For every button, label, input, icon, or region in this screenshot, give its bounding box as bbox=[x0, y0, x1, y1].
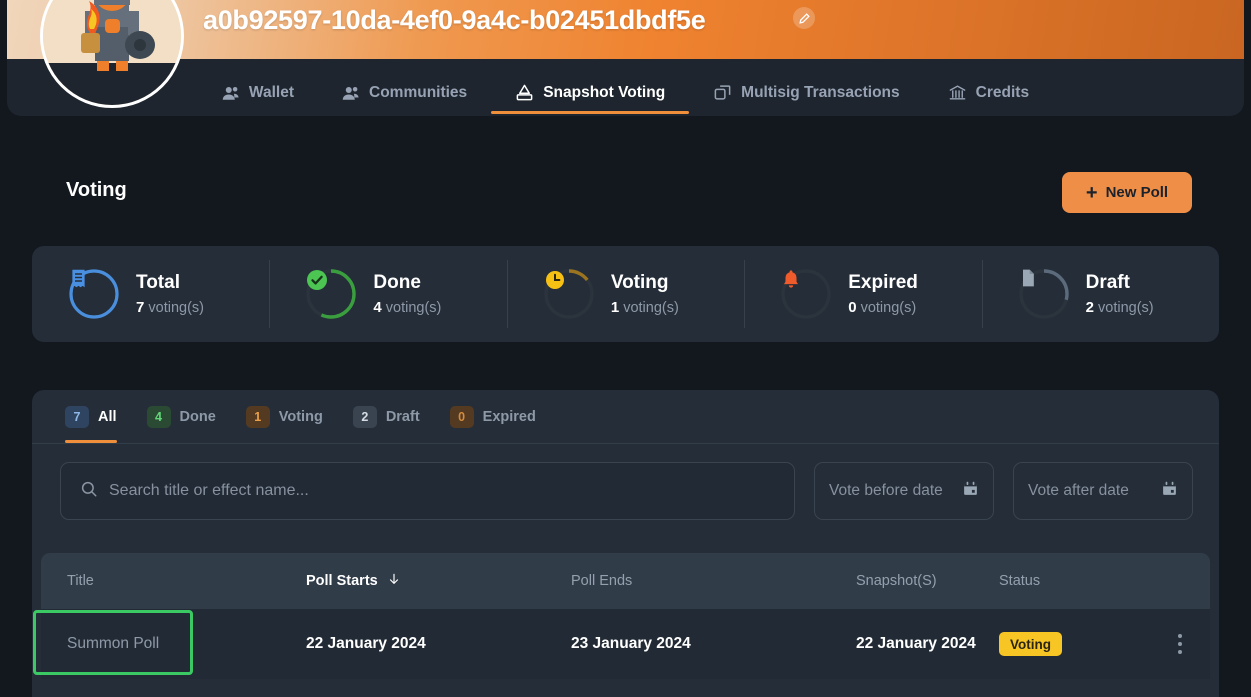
vote-before-date-box[interactable] bbox=[814, 462, 994, 520]
nav-item-communities[interactable]: Communities bbox=[318, 59, 491, 114]
cell-poll-starts: 22 January 2024 bbox=[306, 635, 426, 652]
plus-icon: + bbox=[1085, 181, 1098, 204]
stat-count: 2 voting(s) bbox=[1085, 299, 1154, 316]
tab-count-badge: 4 bbox=[146, 405, 171, 428]
ballot-box-icon bbox=[515, 83, 534, 102]
transactions-icon bbox=[713, 83, 732, 102]
profile-header: a0b92597-10da-4ef0-9a4c-b02451dbdf5e Wal… bbox=[7, 0, 1244, 116]
arrow-down-icon bbox=[387, 572, 401, 590]
stat-voting[interactable]: Voting 1 voting(s) bbox=[506, 260, 744, 328]
stat-count: 7 voting(s) bbox=[136, 299, 204, 316]
nav-item-multisig-transactions[interactable]: Multisig Transactions bbox=[689, 59, 923, 114]
bell-icon bbox=[780, 268, 832, 320]
vote-after-date-box[interactable] bbox=[1013, 462, 1193, 520]
status-badge: Voting bbox=[999, 632, 1062, 656]
nav-item-snapshot-voting[interactable]: Snapshot Voting bbox=[491, 59, 690, 114]
stat-ring-done bbox=[305, 268, 357, 320]
stat-ring-expired bbox=[780, 268, 832, 320]
page-identifier: a0b92597-10da-4ef0-9a4c-b02451dbdf5e bbox=[203, 5, 706, 35]
tab-all[interactable]: 7 All bbox=[50, 390, 132, 443]
pencil-icon[interactable] bbox=[793, 7, 815, 29]
stat-count: 0 voting(s) bbox=[848, 299, 917, 316]
cell-poll-ends: 23 January 2024 bbox=[571, 635, 691, 652]
stat-total[interactable]: Total 7 voting(s) bbox=[32, 260, 269, 328]
tab-count-badge: 7 bbox=[65, 405, 89, 428]
tab-expired[interactable]: 0 Expired bbox=[435, 390, 551, 443]
vote-before-date-input[interactable] bbox=[829, 482, 958, 500]
tab-label: Draft bbox=[385, 408, 420, 425]
column-header-title[interactable]: Title bbox=[41, 573, 306, 589]
people-icon bbox=[222, 84, 240, 102]
column-header-poll-ends[interactable]: Poll Ends bbox=[571, 573, 856, 589]
stat-expired[interactable]: Expired 0 voting(s) bbox=[744, 260, 981, 328]
voting-page: a0b92597-10da-4ef0-9a4c-b02451dbdf5e Wal… bbox=[0, 0, 1251, 697]
tab-done[interactable]: 4 Done bbox=[132, 390, 231, 443]
tab-count-badge: 0 bbox=[449, 405, 474, 428]
table-header: Title Poll Starts Poll Ends Snapshot(S) … bbox=[41, 553, 1210, 609]
stat-count: 4 voting(s) bbox=[373, 299, 442, 316]
search-box[interactable] bbox=[60, 462, 795, 520]
document-icon bbox=[1018, 268, 1070, 320]
search-icon bbox=[80, 480, 98, 503]
tab-label: Done bbox=[179, 408, 216, 425]
tab-draft[interactable]: 2 Draft bbox=[338, 390, 435, 443]
stat-ring-voting bbox=[543, 268, 595, 320]
nav-item-credits[interactable]: Credits bbox=[924, 59, 1053, 114]
page-title: Voting bbox=[66, 179, 127, 201]
tab-voting[interactable]: 1 Voting bbox=[231, 390, 338, 443]
nav-label: Communities bbox=[369, 83, 468, 101]
nav-item-wallet[interactable]: Wallet bbox=[198, 59, 318, 114]
stat-label: Done bbox=[373, 272, 421, 293]
stat-label: Draft bbox=[1085, 272, 1130, 293]
filter-row bbox=[60, 462, 1193, 520]
bank-icon bbox=[948, 83, 967, 102]
search-input[interactable] bbox=[109, 482, 775, 500]
stat-draft[interactable]: Draft 2 voting(s) bbox=[981, 260, 1219, 328]
calendar-icon[interactable] bbox=[962, 480, 979, 502]
table-row[interactable]: Summon Poll 22 January 2024 23 January 2… bbox=[41, 609, 1210, 679]
check-circle-icon bbox=[305, 268, 357, 320]
column-header-snapshot[interactable]: Snapshot(S) bbox=[856, 573, 999, 589]
tab-label: All bbox=[98, 408, 117, 425]
calendar-icon[interactable] bbox=[1161, 480, 1178, 502]
tab-label: Voting bbox=[278, 408, 323, 425]
column-header-status[interactable]: Status bbox=[999, 573, 1149, 589]
nav-label: Wallet bbox=[248, 83, 294, 101]
stat-label: Voting bbox=[610, 272, 669, 293]
tab-label: Expired bbox=[482, 408, 536, 425]
main-nav: Wallet Communities Snapshot Voting Multi… bbox=[7, 59, 1244, 116]
filter-tabs: 7 All 4 Done 1 Voting 2 Draft 0 Expired bbox=[32, 390, 1219, 444]
nav-label: Credits bbox=[975, 83, 1030, 101]
receipt-icon bbox=[68, 268, 120, 320]
stat-label: Expired bbox=[848, 272, 918, 293]
clock-icon bbox=[543, 268, 595, 320]
voting-panel: 7 All 4 Done 1 Voting 2 Draft 0 Expired bbox=[32, 390, 1219, 697]
stat-label: Total bbox=[136, 272, 180, 293]
cell-snapshot: 22 January 2024 bbox=[856, 635, 976, 652]
new-poll-button[interactable]: + New Poll bbox=[1062, 172, 1192, 213]
stat-ring-draft bbox=[1018, 268, 1070, 320]
people-icon bbox=[342, 84, 360, 102]
vote-after-date-input[interactable] bbox=[1028, 482, 1157, 500]
stat-done[interactable]: Done 4 voting(s) bbox=[269, 260, 506, 328]
cell-actions bbox=[1149, 630, 1210, 658]
column-header-poll-starts[interactable]: Poll Starts bbox=[306, 572, 571, 590]
stat-count: 1 voting(s) bbox=[610, 299, 679, 316]
cell-status: Voting bbox=[999, 632, 1149, 656]
tab-count-badge: 1 bbox=[245, 405, 270, 428]
stat-ring-total bbox=[68, 268, 120, 320]
stats-bar: Total 7 voting(s) Done 4 voting(s) Votin… bbox=[32, 246, 1219, 342]
cell-title[interactable]: Summon Poll bbox=[41, 635, 306, 653]
tab-count-badge: 2 bbox=[352, 405, 377, 428]
nav-label: Snapshot Voting bbox=[543, 83, 666, 101]
nav-label: Multisig Transactions bbox=[741, 83, 900, 101]
kebab-menu-icon[interactable] bbox=[1174, 630, 1186, 658]
new-poll-label: New Poll bbox=[1105, 184, 1169, 201]
